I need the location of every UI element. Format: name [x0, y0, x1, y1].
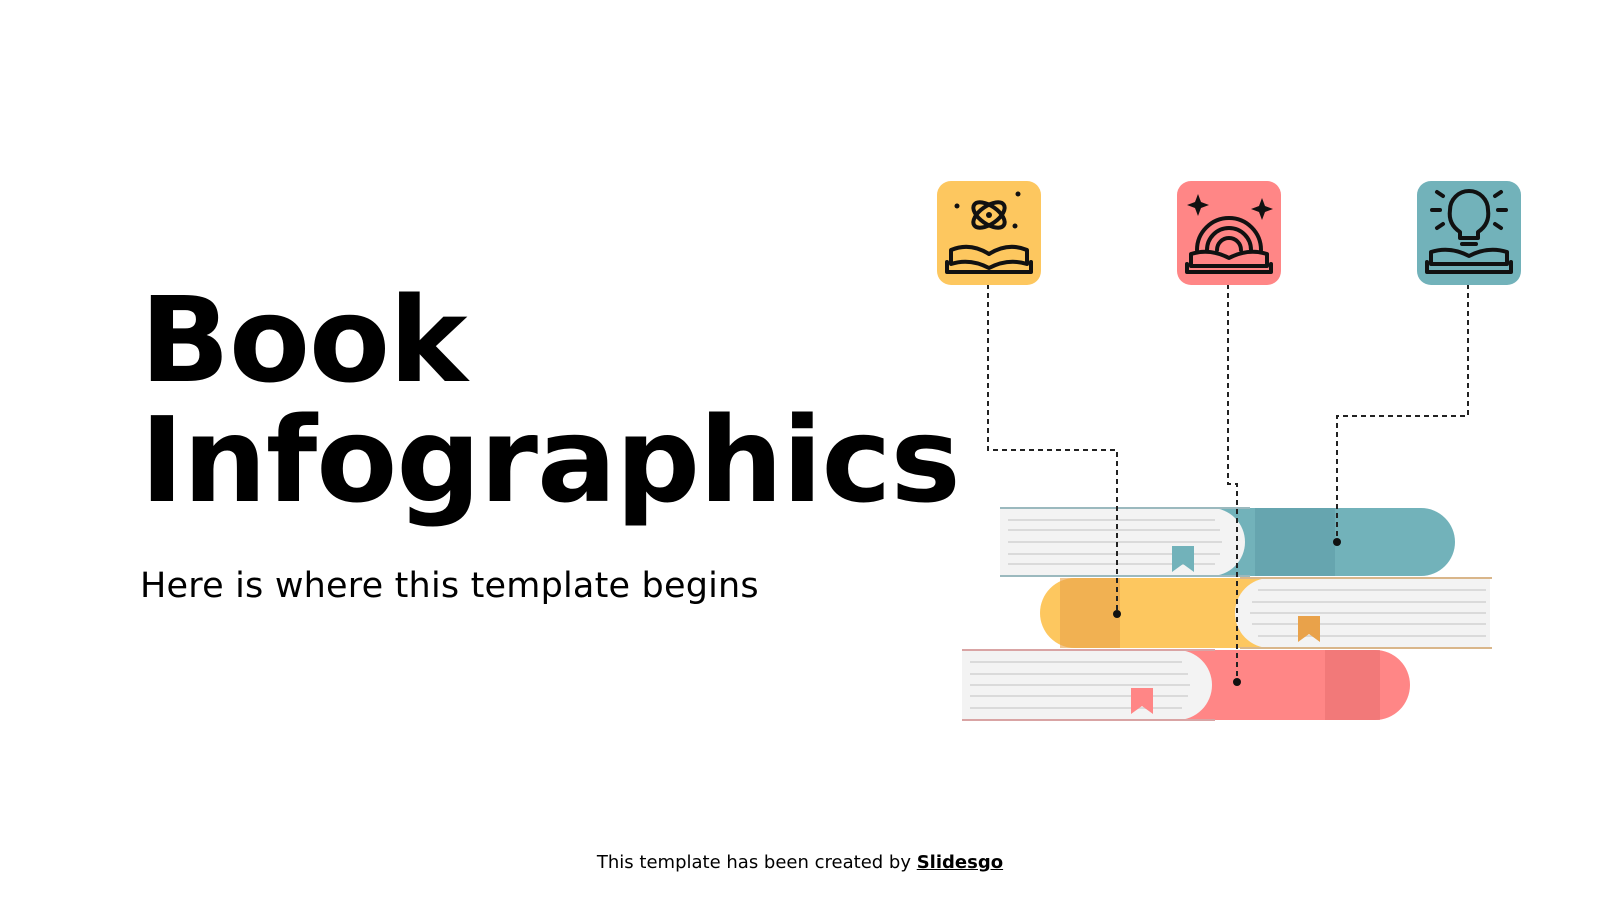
slidesgo-link[interactable]: Slidesgo: [917, 852, 1003, 873]
footer-credit: This template has been created by Slides…: [0, 852, 1600, 873]
book-infographic: [937, 181, 1521, 721]
atom-book-icon: [937, 181, 1041, 285]
credit-text: This template has been created by: [596, 852, 917, 873]
connector-teal: [1336, 284, 1469, 542]
rainbow-book-icon: [1177, 181, 1281, 285]
book-middle: [1040, 577, 1492, 649]
lightbulb-book-icon: [1417, 181, 1521, 285]
book-bottom: [962, 649, 1410, 721]
book-top: [1000, 507, 1455, 577]
